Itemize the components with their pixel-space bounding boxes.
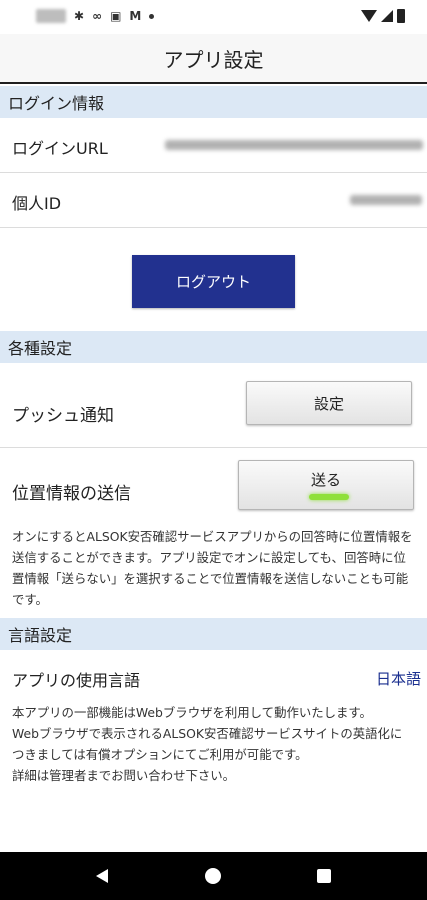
section-header-login-label: ログイン情報 [8, 94, 105, 113]
title-bar: アプリ設定 [0, 34, 427, 84]
push-settings-button[interactable]: 設定 [246, 381, 412, 425]
section-header-login: ログイン情報 [0, 86, 427, 118]
battery-icon [397, 9, 405, 23]
page-title: アプリ設定 [163, 47, 264, 72]
login-url-label: ログインURL [12, 139, 108, 158]
divider [0, 227, 427, 228]
push-notification-row: プッシュ通知 設定 [0, 363, 427, 447]
language-note-line1: 本アプリの一部機能はWebブラウザを利用して動作いたします。 [12, 705, 372, 720]
login-url-value-redacted [165, 140, 423, 150]
login-url-row: ログインURL [0, 118, 427, 172]
language-row[interactable]: アプリの使用言語 日本語 [0, 650, 427, 702]
push-notification-label: プッシュ通知 [12, 406, 114, 426]
location-send-toggle[interactable]: 送る [238, 460, 414, 510]
system-nav-bar [0, 852, 427, 900]
gear-icon: ✱ [74, 9, 85, 23]
personal-id-label: 個人ID [12, 194, 62, 213]
section-header-settings-label: 各種設定 [8, 339, 73, 358]
language-note-line3: 詳細は管理者までお問い合わせ下さい。 [12, 768, 236, 783]
app-settings-screen: ✱ ∞ ▣ M アプリ設定 ログイン情報 ログインURL 個人ID ログアウト … [0, 0, 427, 900]
section-header-language-label: 言語設定 [8, 626, 73, 645]
voicemail-icon: ∞ [92, 9, 103, 23]
location-note: オンにするとALSOK安否確認サービスアプリからの回答時に位置情報を送信すること… [12, 529, 413, 607]
signal-icon [381, 10, 393, 22]
language-value-link[interactable]: 日本語 [376, 668, 421, 689]
logout-button[interactable]: ログアウト [132, 255, 295, 308]
wifi-icon [361, 10, 377, 22]
language-note-line2: Webブラウザで表示されるALSOK安否確認サービスサイトの英語化につきましては… [12, 726, 403, 762]
personal-id-value-redacted [350, 195, 422, 205]
recent-apps-icon[interactable] [317, 869, 331, 883]
section-header-settings: 各種設定 [0, 331, 427, 363]
push-settings-button-label: 設定 [313, 394, 344, 413]
status-time-blurred [36, 9, 66, 23]
more-notifications-dot-icon [149, 13, 155, 19]
mail-icon: M [129, 9, 142, 23]
location-send-row: 位置情報の送信 送る [0, 448, 427, 520]
language-note: 本アプリの一部機能はWebブラウザを利用して動作いたします。 Webブラウザで表… [12, 702, 412, 786]
back-icon[interactable] [96, 869, 108, 883]
home-icon[interactable] [205, 868, 221, 884]
section-header-language: 言語設定 [0, 618, 427, 650]
personal-id-row: 個人ID [0, 173, 427, 227]
location-send-label: 位置情報の送信 [12, 484, 131, 504]
app-notification-icon: ▣ [110, 9, 122, 23]
status-bar: ✱ ∞ ▣ M [0, 0, 427, 34]
language-label: アプリの使用言語 [12, 671, 141, 690]
toggle-on-indicator [309, 494, 349, 500]
location-send-toggle-label: 送る [310, 471, 341, 489]
